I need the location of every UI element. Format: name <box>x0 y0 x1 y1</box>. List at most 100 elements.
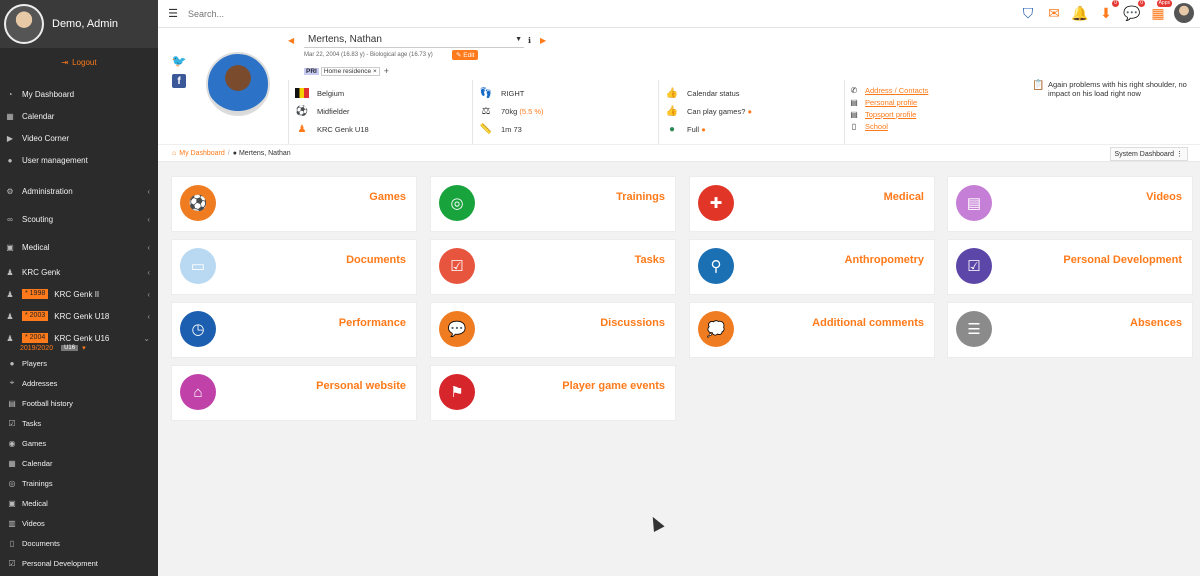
birth-year-badge: * 2003 <box>22 311 49 321</box>
binoculars-icon: ∞ <box>7 214 13 224</box>
team-icon: ♟ <box>6 289 14 299</box>
sidebar-item-calendar[interactable]: ▦ Calendar <box>0 105 158 127</box>
add-tag-button[interactable]: + <box>384 66 389 76</box>
tile-title: Performance <box>338 317 406 329</box>
search-input[interactable] <box>188 8 388 19</box>
calendar-status-row: 👍 Calendar status <box>663 84 844 102</box>
topbar: ☰ ⛉ ✉ 🔔 ⬇0 💬0 ▦Apps <box>158 0 1200 28</box>
apps-badge: Apps <box>1156 0 1172 7</box>
tile-documents[interactable]: ▭ Documents <box>171 239 417 295</box>
tile-trainings[interactable]: ◎ Trainings <box>430 176 676 232</box>
chevron-left-icon: ‹ <box>147 289 150 299</box>
tile-title: Documents <box>346 254 406 266</box>
sidebar-team-krc-genk[interactable]: ♟ KRC Genk ‹ <box>0 261 158 283</box>
sidebar-team-krc-genk-ii[interactable]: ♟ * 1998 KRC Genk II ‹ <box>0 283 158 305</box>
sidebar-subitem-tasks[interactable]: ☑ Tasks <box>0 413 158 433</box>
facebook-icon[interactable]: f <box>172 74 186 88</box>
chat-icon[interactable]: 💬 0 <box>1122 0 1145 23</box>
breadcrumb: ⌂ My Dashboard / ● Mertens, Nathan Syste… <box>158 144 1200 162</box>
club-shield-icon[interactable]: ⛉ <box>1018 3 1038 23</box>
avatar[interactable] <box>4 4 44 44</box>
chevron-left-icon: ‹ <box>147 214 150 224</box>
sidebar-subitem-players[interactable]: ● Players <box>0 353 158 373</box>
tile-title: Player game events <box>562 380 665 392</box>
info-status: 👍 Calendar status 👍 Can play games? ● ● Ful… <box>658 80 844 144</box>
tile-player-game-events[interactable]: ⚑ Player game events <box>430 365 676 421</box>
edit-button[interactable]: ✎ Edit <box>452 50 479 60</box>
gift-icon[interactable]: ▦ Apps <box>1148 0 1172 23</box>
tile-title: Medical <box>883 191 924 203</box>
avatar[interactable] <box>1174 3 1194 23</box>
user-icon: ● <box>747 106 752 116</box>
player-select[interactable]: Mertens, Nathan ▼ <box>304 34 524 48</box>
country-row: Belgium <box>293 84 472 102</box>
remove-tag-icon[interactable]: × <box>373 68 377 75</box>
birth-year-badge: * 1998 <box>22 289 49 299</box>
tile-title: Additional comments <box>812 317 924 329</box>
tile-anthropometry[interactable]: ⚲ Anthropometry <box>689 239 935 295</box>
sidebar-subitem-games[interactable]: ◉ Games <box>0 433 158 453</box>
user-icon: ● <box>7 155 13 165</box>
sidebar-item-medical[interactable]: ▣ Medical ‹ <box>0 233 158 261</box>
tile-performance[interactable]: ◷ Performance <box>171 302 417 358</box>
tile-title: Games <box>369 191 406 203</box>
sidebar-subitem-football-history[interactable]: ▤ Football history <box>0 393 158 413</box>
sidebar-subitem-trainings[interactable]: ◎ Trainings <box>0 473 158 493</box>
top-icons: ⛉ ✉ 🔔 ⬇ 0 💬 0 ▦ Apps <box>1018 0 1194 23</box>
info-icon[interactable]: ℹ <box>528 36 531 45</box>
thumbs-up-icon: 👍 <box>665 87 679 99</box>
tile-videos[interactable]: ▤ Videos <box>947 176 1193 232</box>
tile-games[interactable]: ⚽ Games <box>171 176 417 232</box>
user-icon: ● <box>701 124 706 134</box>
hamburger-icon[interactable]: ☰ <box>158 7 188 20</box>
sidebar-subitem-addresses[interactable]: ⌖ Addresses <box>0 373 158 393</box>
previous-player-icon[interactable]: ◀ <box>288 36 294 45</box>
address-link[interactable]: ✆ Address / Contacts <box>849 84 1030 96</box>
development-icon: ☑ <box>956 248 992 284</box>
sidebar-subitem-videos[interactable]: ▥ Videos <box>0 513 158 533</box>
tile-personal-website[interactable]: ⌂ Personal website <box>171 365 417 421</box>
sidebar-item-scouting[interactable]: ∞ Scouting ‹ <box>0 205 158 233</box>
tile-absences[interactable]: ☰ Absences <box>947 302 1193 358</box>
topsport-profile-link[interactable]: ▤ Topsport profile <box>849 108 1030 120</box>
school-link[interactable]: ▯ School <box>849 120 1030 132</box>
personal-profile-link[interactable]: ▤ Personal profile <box>849 96 1030 108</box>
home-icon: ⌂ <box>180 374 216 410</box>
sidebar-item-administration[interactable]: ⚙ Administration ‹ <box>0 177 158 205</box>
tile-tasks[interactable]: ☑ Tasks <box>430 239 676 295</box>
info-physical: 👣 RIGHT ⚖ 70kg (5.5 %) 📏 1m 73 <box>472 80 658 144</box>
breadcrumb-current: Mertens, Nathan <box>238 149 291 157</box>
home-residence-tag[interactable]: Home residence × <box>320 66 380 76</box>
bell-icon[interactable]: 🔔 <box>1070 3 1090 23</box>
tile-medical[interactable]: ✚ Medical <box>689 176 935 232</box>
next-player-icon[interactable]: ▶ <box>540 36 546 45</box>
logout-link[interactable]: ⇥ Logout <box>0 49 158 75</box>
comment-icon: 💭 <box>698 311 734 347</box>
sidebar-subitem-calendar[interactable]: ▦ Calendar <box>0 453 158 473</box>
tile-additional-comments[interactable]: 💭 Additional comments <box>689 302 935 358</box>
medical-note: 📋 Again problems with his right shoulder… <box>1032 80 1187 98</box>
school-icon: ▯ <box>851 121 857 131</box>
twitter-icon[interactable]: 🐦 <box>172 54 186 68</box>
sidebar-subitem-documents[interactable]: ▯ Documents <box>0 533 158 553</box>
anthropometry-icon: ⚲ <box>698 248 734 284</box>
film-icon: ▥ <box>8 518 16 528</box>
system-dashboard-button[interactable]: System Dashboard ⋮ <box>1109 147 1188 161</box>
sidebar-item-user-management[interactable]: ● User management <box>0 149 158 171</box>
calendar-icon: ▦ <box>8 458 16 468</box>
sidebar-subitem-medical[interactable]: ▣ Medical <box>0 493 158 513</box>
player-photo[interactable] <box>206 52 270 116</box>
tile-title: Anthropometry <box>844 254 924 266</box>
mail-icon[interactable]: ✉ <box>1044 3 1064 23</box>
sidebar: Demo, Admin ⇥ Logout ◔ My Dashboard ▦ Cale… <box>0 0 158 576</box>
download-icon[interactable]: ⬇ 0 <box>1096 0 1119 23</box>
breadcrumb-home-link[interactable]: My Dashboard <box>179 150 225 157</box>
sidebar-team-krc-genk-u18[interactable]: ♟ * 2003 KRC Genk U18 ‹ <box>0 305 158 327</box>
sidebar-item-video-corner[interactable]: ▶ Video Corner <box>0 127 158 149</box>
sidebar-item-dashboard[interactable]: ◔ My Dashboard <box>0 83 158 105</box>
sidebar-subitem-personal-development[interactable]: ☑ Personal Development <box>0 553 158 573</box>
map-pin-icon: ⌖ <box>9 378 15 387</box>
tile-discussions[interactable]: 💬 Discussions <box>430 302 676 358</box>
sidebar-team-krc-genk-u16[interactable]: ♟ * 2004 KRC Genk U16 ⌄ <box>0 327 158 349</box>
tile-personal-development[interactable]: ☑ Personal Development <box>947 239 1193 295</box>
